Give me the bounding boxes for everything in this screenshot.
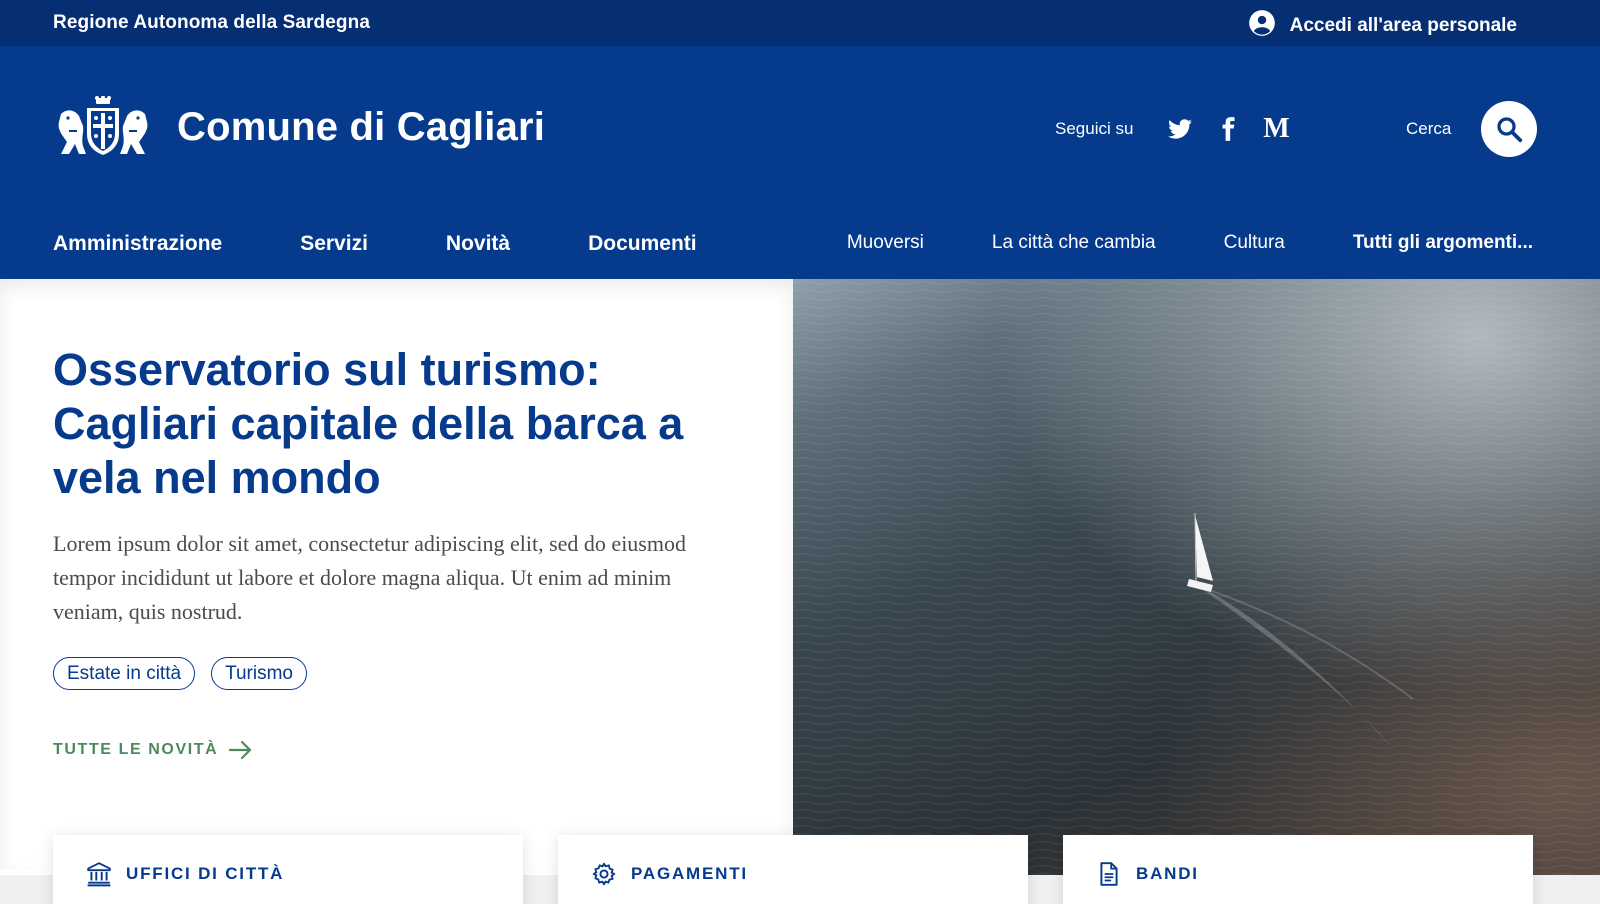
tag-estate-in-citta[interactable]: Estate in città: [53, 657, 196, 690]
gear-icon: [591, 861, 617, 887]
hero-image: [793, 279, 1600, 875]
nav-servizi[interactable]: Servizi: [300, 232, 368, 256]
hero-text: Lorem ipsum dolor sit amet, consectetur …: [53, 531, 686, 624]
card-label: UFFICI DI CITTÀ: [126, 864, 285, 883]
institution-icon: [86, 861, 112, 887]
top-bar: Regione Autonoma della Sardegna Accedi a…: [0, 0, 1600, 46]
user-circle-icon: [1248, 9, 1276, 43]
hero-tags: Estate in città Turismo: [53, 657, 307, 690]
search-area: Cerca: [1406, 101, 1538, 157]
region-link[interactable]: Regione Autonoma della Sardegna: [53, 12, 370, 34]
site-name: Comune di Cagliari: [177, 104, 546, 149]
twitter-icon[interactable]: [1167, 116, 1193, 142]
login-link[interactable]: Accedi all'area personale: [1248, 9, 1517, 43]
topic-muoversi[interactable]: Muoversi: [847, 232, 924, 254]
card-label: BANDI: [1136, 864, 1199, 883]
facebook-icon[interactable]: [1215, 116, 1241, 142]
hero-title[interactable]: Osservatorio sul turismo: Cagliari capit…: [53, 343, 733, 505]
topic-all[interactable]: Tutti gli argomenti...: [1353, 232, 1533, 254]
nav-topics: Muoversi La città che cambia Cultura Tut…: [779, 232, 1533, 254]
site-header: Comune di Cagliari Seguici su M Cerca Am…: [0, 46, 1600, 279]
medium-icon[interactable]: M: [1263, 115, 1289, 143]
coat-of-arms-logo: [53, 96, 153, 158]
all-news-label: TUTTE LE NOVITÀ: [53, 741, 219, 758]
card-uffici-di-citta[interactable]: UFFICI DI CITTÀ: [53, 835, 523, 904]
card-bandi[interactable]: BANDI: [1063, 835, 1533, 904]
search-icon: [1497, 117, 1523, 143]
arrow-right-icon: [229, 740, 252, 760]
social-links: Seguici su M: [1055, 115, 1311, 143]
card-pagamenti[interactable]: PAGAMENTI: [558, 835, 1028, 904]
document-icon: [1096, 861, 1122, 887]
tag-turismo[interactable]: Turismo: [211, 657, 307, 690]
card-label: PAGAMENTI: [631, 864, 748, 883]
follow-label: Seguici su: [1055, 119, 1134, 138]
nav-amministrazione[interactable]: Amministrazione: [53, 232, 222, 256]
main-navigation: Amministrazione Servizi Novità Documenti…: [53, 232, 1533, 272]
nav-novita[interactable]: Novità: [446, 232, 510, 256]
nav-main-menu: Amministrazione Servizi Novità Documenti: [53, 232, 775, 256]
all-news-link[interactable]: TUTTE LE NOVITÀ: [53, 739, 254, 761]
login-label: Accedi all'area personale: [1289, 15, 1517, 36]
search-label: Cerca: [1406, 119, 1452, 138]
topic-cultura[interactable]: Cultura: [1224, 232, 1285, 254]
nav-documenti[interactable]: Documenti: [588, 232, 697, 256]
topic-citta-che-cambia[interactable]: La città che cambia: [992, 232, 1156, 254]
brand-home-link[interactable]: Comune di Cagliari: [53, 96, 545, 158]
search-button[interactable]: [1481, 101, 1538, 157]
